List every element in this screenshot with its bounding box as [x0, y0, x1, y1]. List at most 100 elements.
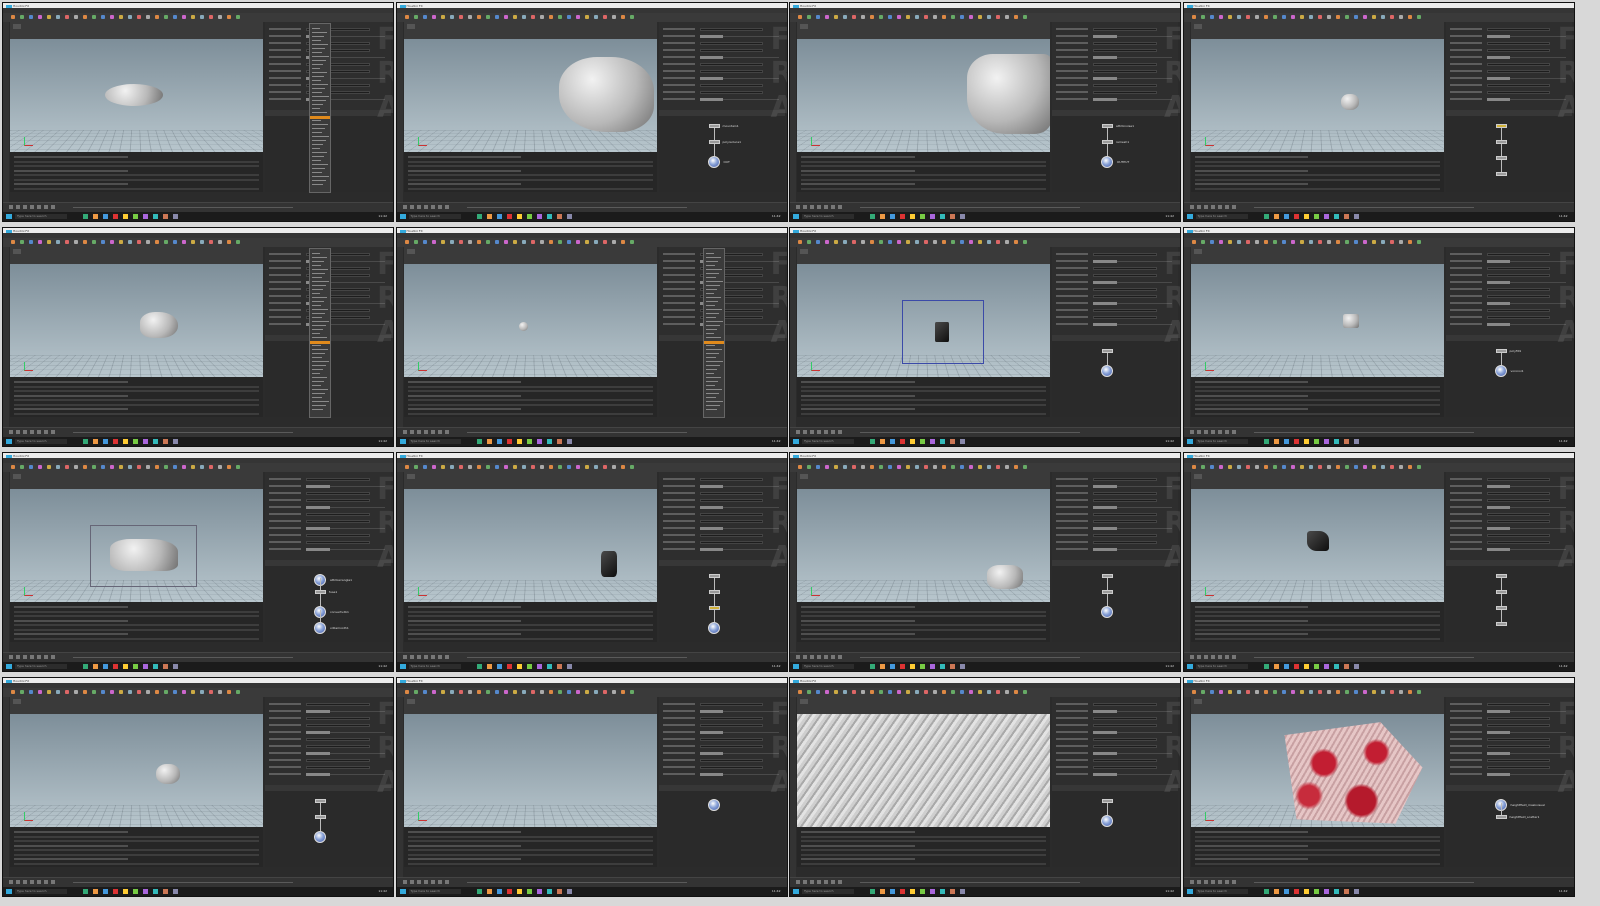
shelf-tool-icon[interactable]: [236, 240, 240, 244]
parameter-row[interactable]: [1449, 90, 1566, 94]
playback-button[interactable]: [1231, 205, 1236, 209]
shelf-tool-icon[interactable]: [1290, 240, 1295, 244]
parameter-row[interactable]: [1056, 744, 1172, 748]
scene-view-tab[interactable]: [406, 474, 415, 479]
shelf-tool-icon[interactable]: [978, 465, 982, 469]
parameter-row[interactable]: [1449, 527, 1566, 530]
playback-button[interactable]: [1203, 205, 1208, 209]
windows-start-icon[interactable]: [399, 664, 406, 669]
menu-item[interactable]: [312, 409, 323, 410]
taskbar-app-icon[interactable]: [566, 214, 572, 219]
shelf-tool-icon[interactable]: [422, 690, 427, 694]
scene-view-tab[interactable]: [800, 249, 808, 254]
playback-button[interactable]: [409, 430, 414, 434]
shelf-tool-icon[interactable]: [1335, 15, 1340, 19]
parameter-slider[interactable]: [1093, 485, 1172, 488]
playback-button[interactable]: [1196, 430, 1201, 434]
shelf-tool-icon[interactable]: [897, 15, 901, 19]
parameter-row[interactable]: [1056, 273, 1172, 277]
shelf-tool-icon[interactable]: [83, 465, 87, 469]
viewport-tools[interactable]: [3, 247, 9, 427]
windows-start-icon[interactable]: [399, 214, 406, 219]
taskbar-app-icon[interactable]: [153, 889, 158, 894]
taskbar-app-icon[interactable]: [496, 439, 502, 444]
parameter-row[interactable]: [662, 702, 779, 706]
taskbar-app-icon[interactable]: [566, 664, 572, 669]
shelf-tool-icon[interactable]: [1389, 465, 1394, 469]
shelf-tool-icon[interactable]: [987, 15, 991, 19]
shelf-tool-icon[interactable]: [413, 15, 418, 19]
taskbar-app-icon[interactable]: [506, 889, 512, 894]
parameter-field[interactable]: [1486, 308, 1551, 312]
shelf-tool-icon[interactable]: [1344, 690, 1349, 694]
tab-node-menu[interactable]: [702, 248, 725, 418]
playback-button[interactable]: [810, 430, 814, 434]
parameter-field[interactable]: [1093, 702, 1157, 706]
parameter-row[interactable]: [269, 540, 385, 544]
parameter-field[interactable]: [1093, 737, 1157, 741]
shelf-tool-icon[interactable]: [1227, 690, 1232, 694]
shelf-tool-icon[interactable]: [879, 15, 883, 19]
taskbar-search[interactable]: Type here to search: [408, 664, 461, 669]
taskbar-search[interactable]: Type here to search: [1195, 439, 1248, 444]
windows-start-icon[interactable]: [1186, 664, 1193, 669]
shelf-tool-icon[interactable]: [431, 690, 436, 694]
parameter-slider[interactable]: [1486, 77, 1566, 80]
network-editor[interactable]: [1052, 335, 1178, 417]
shelf-tool-icon[interactable]: [512, 465, 517, 469]
parameter-row[interactable]: [1056, 35, 1172, 38]
shelf-tool-icon[interactable]: [1245, 690, 1250, 694]
shelf-tool-icon[interactable]: [1407, 690, 1412, 694]
shelf-tool-icon[interactable]: [575, 240, 580, 244]
shelf-tool-icon[interactable]: [1245, 465, 1250, 469]
playback-button[interactable]: [437, 655, 442, 659]
shelf-tool-icon[interactable]: [65, 240, 69, 244]
shelf-tool-icon[interactable]: [83, 15, 87, 19]
shelf-tool-icon[interactable]: [978, 690, 982, 694]
menu-item[interactable]: [705, 377, 721, 378]
taskbar-app-icon[interactable]: [900, 889, 905, 894]
menu-item[interactable]: [312, 176, 329, 177]
timeline-slider[interactable]: [1253, 432, 1474, 433]
parameter-slider[interactable]: [306, 710, 385, 713]
scene-viewport[interactable]: [1190, 714, 1444, 827]
shelf-tool-icon[interactable]: [888, 15, 892, 19]
taskbar-app-icon[interactable]: [930, 439, 935, 444]
network-node[interactable]: OUTPUT: [1101, 156, 1129, 168]
shelf-tool-icon[interactable]: [620, 465, 625, 469]
taskbar-app-icon[interactable]: [1273, 889, 1279, 894]
menu-item[interactable]: [705, 333, 714, 334]
shelf-tool-icon[interactable]: [503, 240, 508, 244]
menu-item[interactable]: [705, 277, 716, 278]
taskbar-app-icon[interactable]: [153, 214, 158, 219]
menu-item[interactable]: [312, 297, 327, 298]
shelf-tool-icon[interactable]: [1254, 690, 1259, 694]
taskbar-app-icon[interactable]: [83, 664, 88, 669]
shelf-tool-icon[interactable]: [218, 465, 222, 469]
shelf-tool-icon[interactable]: [422, 15, 427, 19]
parameter-field[interactable]: [1486, 287, 1551, 291]
menu-item[interactable]: [312, 309, 328, 310]
taskbar-app-icon[interactable]: [1343, 439, 1349, 444]
taskbar-app-icon[interactable]: [526, 214, 532, 219]
taskbar-app-icon[interactable]: [143, 889, 148, 894]
menu-item[interactable]: [312, 32, 327, 33]
network-editor[interactable]: polyfill1 voronoi1: [1445, 335, 1572, 417]
parameter-slider[interactable]: [699, 506, 779, 509]
playback-button[interactable]: [817, 655, 821, 659]
shelf-tool-icon[interactable]: [798, 465, 802, 469]
parameter-row[interactable]: [1056, 506, 1172, 509]
parameter-field[interactable]: [1093, 48, 1157, 52]
scene-viewport[interactable]: [403, 39, 657, 152]
playback-button[interactable]: [423, 205, 428, 209]
shelf-tool-icon[interactable]: [128, 465, 132, 469]
shelf-tool-icon[interactable]: [74, 690, 78, 694]
shelf-tool-icon[interactable]: [1290, 15, 1295, 19]
taskbar-app-icon[interactable]: [546, 664, 552, 669]
taskbar-app-icon[interactable]: [153, 439, 158, 444]
parameter-field[interactable]: [1486, 273, 1551, 277]
taskbar-app-icon[interactable]: [1303, 664, 1309, 669]
taskbar-app-icon[interactable]: [890, 439, 895, 444]
shelf-tool-icon[interactable]: [906, 465, 910, 469]
windows-start-icon[interactable]: [6, 214, 12, 219]
